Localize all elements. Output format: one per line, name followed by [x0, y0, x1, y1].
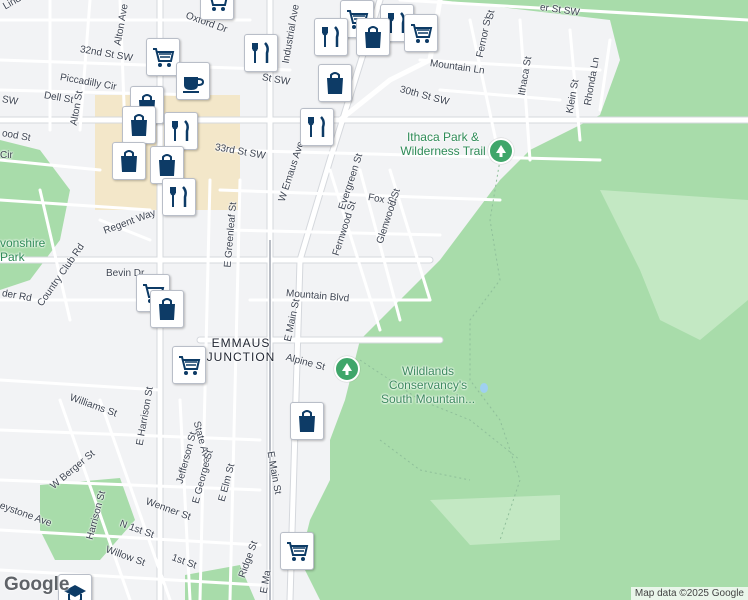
pin-shopping-cart-6[interactable]: [280, 532, 314, 570]
pin-shopping-cart-3[interactable]: [146, 38, 180, 76]
pin-shopping-bag-5[interactable]: [112, 142, 146, 180]
tree-icon: [342, 363, 352, 375]
shopping-cart-icon: [411, 24, 433, 43]
map-canvas[interactable]: Oxford Dr Alton Ave Industrial Ave 32nd …: [0, 0, 748, 600]
pin-restaurant-2[interactable]: [314, 18, 348, 56]
park-label-devonshire: vonshire Park: [0, 236, 46, 264]
pin-store-partial[interactable]: [200, 0, 234, 20]
pond: [480, 383, 488, 393]
pin-restaurant-5[interactable]: [300, 108, 334, 146]
shopping-cart-icon: [210, 0, 228, 11]
pin-shopping-bag-7[interactable]: [150, 290, 184, 328]
pin-cafe[interactable]: [176, 62, 210, 100]
pin-shopping-cart-2[interactable]: [404, 14, 438, 52]
park-label-wildlands: Wildlands Conservancy's South Mountain..…: [380, 364, 476, 406]
street-label-cir: Cir: [0, 150, 13, 161]
pin-shopping-bag-4[interactable]: [122, 106, 156, 144]
map-attribution[interactable]: Map data ©2025 Google: [630, 587, 748, 600]
pin-shopping-bag[interactable]: [356, 18, 390, 56]
park-pin-wildlands[interactable]: [334, 356, 360, 382]
shopping-bag-icon: [365, 26, 381, 48]
place-label-emmaus-junction: EMMAUS JUNCTION: [206, 336, 276, 364]
pin-restaurant-3[interactable]: [244, 34, 278, 72]
fork-knife-icon: [252, 42, 269, 63]
google-logo[interactable]: Google: [4, 574, 69, 596]
shopping-bag-icon: [121, 150, 137, 172]
coffee-cup-icon: [183, 77, 205, 93]
fork-knife-icon: [322, 26, 339, 47]
street-label-st-top: St: [484, 9, 498, 21]
pin-shopping-cart-5[interactable]: [172, 346, 206, 384]
pin-shopping-bag-2[interactable]: [318, 64, 352, 102]
shopping-cart-icon: [179, 356, 201, 375]
pin-restaurant-6[interactable]: [162, 178, 196, 216]
park-pin-ithaca[interactable]: [488, 138, 514, 164]
fork-knife-icon: [172, 120, 189, 141]
shopping-bag-icon: [327, 72, 343, 94]
shopping-cart-icon: [153, 48, 175, 67]
fork-knife-icon: [170, 186, 187, 207]
shopping-bag-icon: [159, 154, 175, 176]
pin-restaurant-4[interactable]: [164, 112, 198, 150]
tree-icon: [496, 145, 506, 157]
shopping-bag-icon: [299, 410, 315, 432]
park-label-ithaca: Ithaca Park & Wilderness Trail: [400, 130, 486, 158]
pin-shopping-bag-8[interactable]: [290, 402, 324, 440]
shopping-bag-icon: [131, 114, 147, 136]
shopping-bag-icon: [159, 298, 175, 320]
shopping-cart-icon: [287, 542, 309, 561]
fork-knife-icon: [308, 116, 325, 137]
